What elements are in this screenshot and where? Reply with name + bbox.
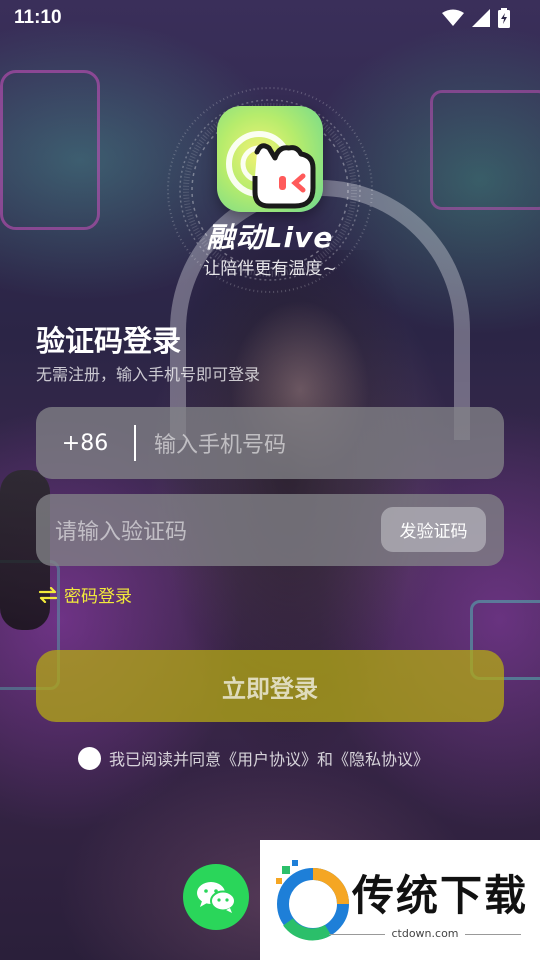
neon-light-right bbox=[430, 90, 540, 210]
app-logo bbox=[217, 106, 323, 212]
verification-code-field[interactable]: 请输入验证码 发验证码 bbox=[36, 494, 504, 566]
password-login-link[interactable]: 密码登录 bbox=[38, 582, 132, 607]
watermark-site: ctdown.com bbox=[320, 927, 530, 940]
wechat-login-button[interactable] bbox=[183, 864, 249, 930]
cellular-signal-icon bbox=[472, 9, 490, 27]
status-icons bbox=[442, 8, 510, 28]
wifi-icon bbox=[442, 9, 464, 26]
agreement-radio[interactable] bbox=[78, 746, 101, 770]
status-bar: 11:10 bbox=[0, 0, 540, 36]
site-watermark: 传统下载 ctdown.com bbox=[260, 840, 540, 960]
login-button[interactable]: 立即登录 bbox=[36, 650, 504, 722]
send-code-button[interactable]: 发验证码 bbox=[381, 507, 486, 552]
page-title: 验证码登录 bbox=[36, 324, 182, 358]
watermark-brand: 传统下载 bbox=[352, 871, 529, 920]
agreement-text[interactable]: 我已阅读并同意《用户协议》和《隐私协议》 bbox=[109, 746, 429, 770]
app-slogan: 让陪伴更有温度~ bbox=[203, 259, 337, 279]
touch-hand-icon bbox=[226, 131, 316, 209]
battery-charging-icon bbox=[498, 8, 510, 28]
country-code-selector[interactable]: +86 bbox=[36, 431, 134, 456]
wechat-icon bbox=[197, 882, 236, 913]
agreement-row[interactable]: 我已阅读并同意《用户协议》和《隐私协议》 bbox=[78, 746, 429, 770]
page-subtitle: 无需注册，输入手机号即可登录 bbox=[36, 365, 261, 384]
switch-arrows-icon bbox=[38, 586, 58, 603]
password-login-label: 密码登录 bbox=[64, 587, 132, 607]
verification-code-input[interactable]: 请输入验证码 bbox=[55, 514, 187, 546]
phone-input[interactable]: 输入手机号码 bbox=[154, 427, 286, 459]
app-name: 融动Live bbox=[206, 221, 334, 254]
phone-input-field[interactable]: +86 输入手机号码 bbox=[36, 407, 504, 479]
input-divider bbox=[134, 425, 136, 461]
status-time: 11:10 bbox=[14, 7, 62, 28]
neon-light-left bbox=[0, 70, 100, 230]
